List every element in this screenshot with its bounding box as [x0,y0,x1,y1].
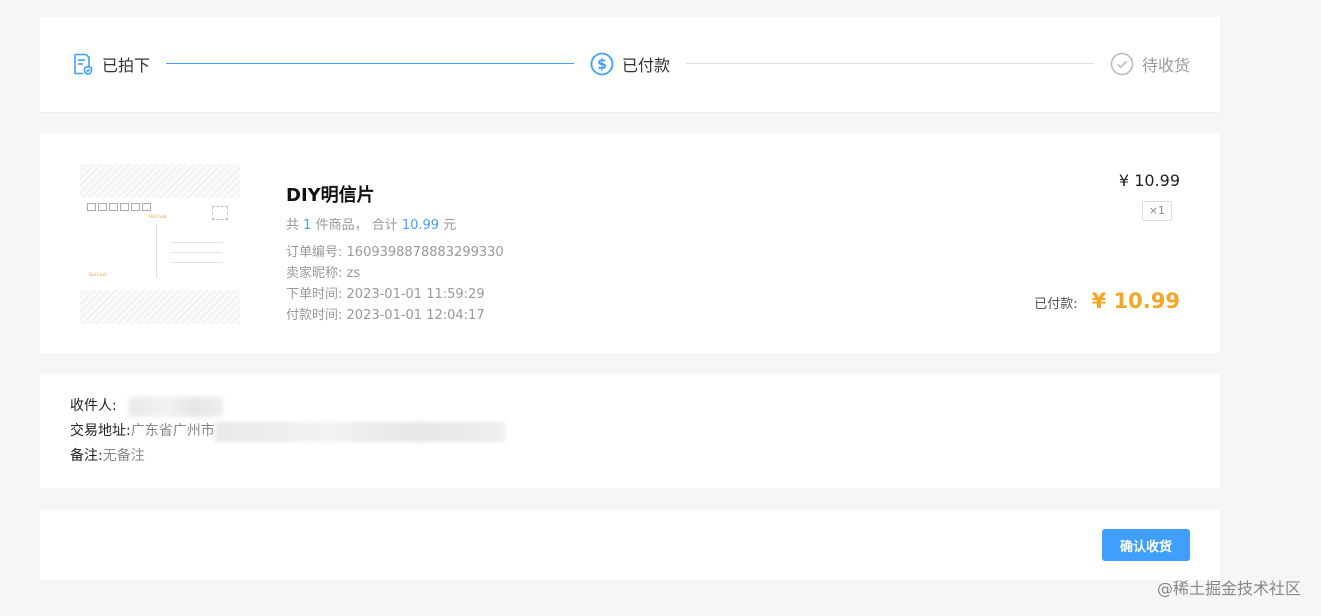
order-product-card: Pist Coat Goi Coat DIY明信片 共 1 件商品， 合计 10… [40,133,1220,353]
paid-label: 已付款: [1034,297,1078,312]
check-circle-icon [1110,52,1134,76]
payment-time-row: 付款时间: 2023-01-01 12:04:17 [286,308,485,323]
watermark: @稀土掘金技术社区 [1156,579,1301,598]
order-info: 订单编号: 1609398878883299330 卖家昵称: zs 下单时间:… [286,242,504,326]
order-actions-bar: 确认收货 [40,510,1220,580]
confirm-receipt-button[interactable]: 确认收货 [1102,529,1190,561]
step-paid: $ 已付款 [590,51,670,77]
step-awaiting-receipt: 待收货 [1110,51,1190,77]
step-awaiting-receipt-label: 待收货 [1142,56,1191,75]
step-connector-done [166,63,574,64]
step-connector-pending [686,63,1094,64]
order-time-row: 下单时间: 2023-01-01 11:59:29 [286,287,485,302]
order-doc-icon [70,52,94,76]
quantity-badge: ×1 [1141,201,1172,221]
shipping-info-card: 收件人: 交易地址: 广东省广州市 备注: 无备注 [40,374,1220,488]
recipient-row: 收件人: [70,394,505,419]
order-summary: 共 1 件商品， 合计 10.99 元 [286,218,457,233]
address-redacted [214,421,505,442]
product-title[interactable]: DIY明信片 [286,181,375,207]
order-progress-steps: 已拍下 $ 已付款 待收货 [40,17,1220,113]
address-row: 交易地址: 广东省广州市 [70,419,505,444]
order-number-row: 订单编号: 1609398878883299330 [286,245,504,260]
paid-value: ¥ 10.99 [1091,289,1180,313]
unit-price: ¥ 10.99 [1118,171,1180,190]
recipient-redacted [128,396,223,417]
product-thumbnail[interactable]: Pist Coat Goi Coat [80,164,240,324]
svg-text:$: $ [597,57,607,73]
note-row: 备注: 无备注 [70,448,145,464]
step-paid-label: 已付款 [622,56,671,75]
paid-amount: 已付款: ¥ 10.99 [1034,289,1180,313]
step-ordered-label: 已拍下 [102,56,151,75]
step-ordered: 已拍下 [70,51,150,77]
seller-nickname-row: 卖家昵称: zs [286,266,361,281]
dollar-circle-icon: $ [590,52,614,76]
